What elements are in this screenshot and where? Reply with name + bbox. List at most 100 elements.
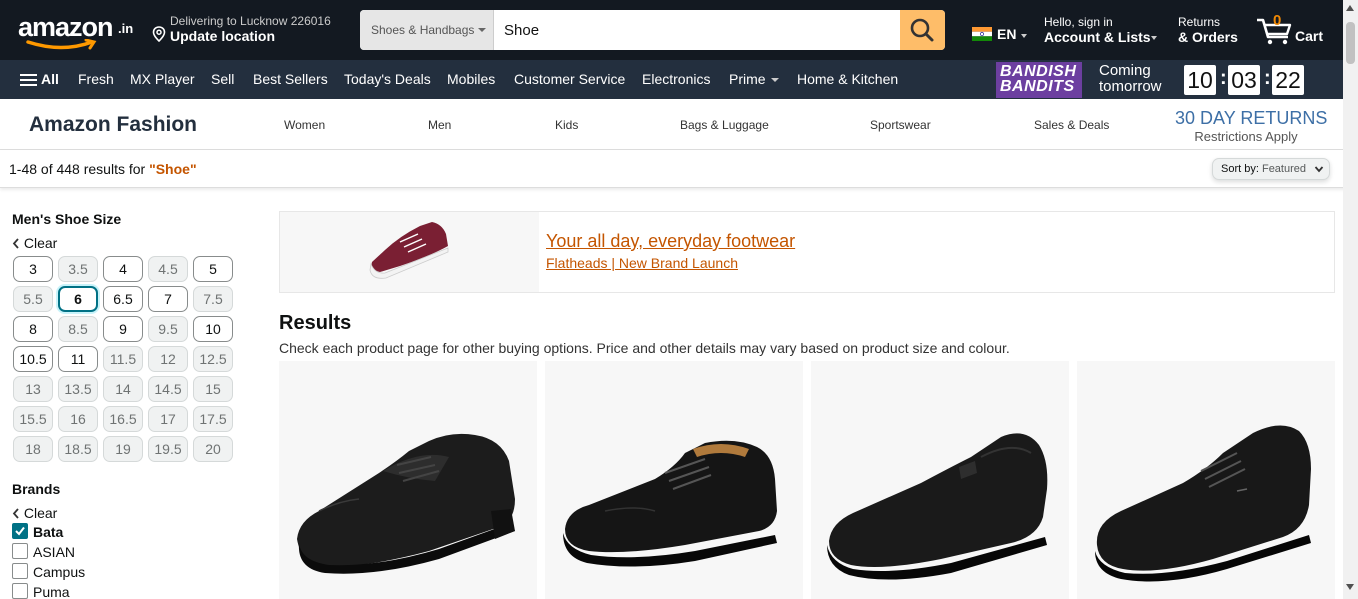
banner-headline-link[interactable]: Your all day, everyday footwear: [546, 231, 795, 252]
size-option-16-5[interactable]: 16.5: [103, 406, 143, 432]
size-option-7-5[interactable]: 7.5: [193, 286, 233, 312]
caret-down-icon: [770, 78, 779, 83]
size-option-20[interactable]: 20: [193, 436, 233, 462]
nav-home-kitchen[interactable]: Home & Kitchen: [797, 71, 898, 87]
account-lists-text: Account & Lists: [1044, 29, 1151, 45]
promo-logo: BANDISH BANDITS: [996, 62, 1082, 98]
size-option-19[interactable]: 19: [103, 436, 143, 462]
checkbox[interactable]: [12, 523, 28, 539]
nav-sell[interactable]: Sell: [211, 71, 234, 87]
size-clear-label: Clear: [23, 235, 58, 251]
size-option-10-5[interactable]: 10.5: [13, 346, 53, 372]
brands-clear-link[interactable]: Clear: [12, 505, 57, 521]
timer-minutes: 03: [1228, 65, 1260, 95]
size-option-19-5[interactable]: 19.5: [148, 436, 188, 462]
size-option-9-5[interactable]: 9.5: [148, 316, 188, 342]
size-option-15[interactable]: 15: [193, 376, 233, 402]
size-option-3[interactable]: 3: [13, 256, 53, 282]
fashion-cat-men[interactable]: Men: [428, 118, 451, 132]
sort-value: Featured: [1261, 163, 1306, 175]
sneaker-image: [369, 222, 449, 279]
fashion-cat-sportswear[interactable]: Sportswear: [870, 118, 931, 132]
nav-mx-player[interactable]: MX Player: [130, 71, 195, 87]
promo-banner[interactable]: BANDISH BANDITS Coming tomorrow 10 : 03 …: [996, 62, 1358, 98]
checkbox[interactable]: [12, 563, 28, 579]
size-option-3-5[interactable]: 3.5: [58, 256, 98, 282]
size-option-13-5[interactable]: 13.5: [58, 376, 98, 402]
nav-electronics[interactable]: Electronics: [642, 71, 710, 87]
promo-text: Coming tomorrow: [1099, 63, 1162, 95]
size-option-8[interactable]: 8: [13, 316, 53, 342]
nav-customer-service[interactable]: Customer Service: [514, 71, 625, 87]
fashion-cat-kids[interactable]: Kids: [555, 118, 578, 132]
nav-best-sellers[interactable]: Best Sellers: [253, 71, 328, 87]
brand-label: ASIAN: [33, 544, 76, 560]
checkbox[interactable]: [12, 583, 28, 599]
sort-label: Sort by:: [1221, 163, 1259, 175]
search-input[interactable]: [494, 10, 900, 50]
scroll-down-icon[interactable]: [1346, 584, 1354, 590]
nav-todays-deals[interactable]: Today's Deals: [344, 71, 431, 87]
banner-subline-link[interactable]: Flatheads | New Brand Launch: [546, 255, 738, 271]
scroll-up-icon[interactable]: [1346, 5, 1354, 11]
size-option-12-5[interactable]: 12.5: [193, 346, 233, 372]
amazon-fashion-title[interactable]: Amazon Fashion: [29, 113, 197, 137]
size-option-18-5[interactable]: 18.5: [58, 436, 98, 462]
size-option-17[interactable]: 17: [148, 406, 188, 432]
promo-line2: tomorrow: [1099, 78, 1162, 95]
size-option-9[interactable]: 9: [103, 316, 143, 342]
size-option-4-5[interactable]: 4.5: [148, 256, 188, 282]
search-category-dropdown[interactable]: Shoes & Handbags: [360, 10, 494, 50]
all-menu-button[interactable]: All: [20, 71, 59, 87]
size-option-5[interactable]: 5: [193, 256, 233, 282]
size-option-14[interactable]: 14: [103, 376, 143, 402]
results-heading: Results: [279, 312, 352, 334]
india-flag-icon: [972, 27, 992, 41]
size-clear-link[interactable]: Clear: [12, 235, 57, 251]
size-option-13[interactable]: 13: [13, 376, 53, 402]
size-option-17-5[interactable]: 17.5: [193, 406, 233, 432]
size-option-8-5[interactable]: 8.5: [58, 316, 98, 342]
fashion-cat-sales-deals[interactable]: Sales & Deals: [1034, 118, 1109, 132]
size-option-18[interactable]: 18: [13, 436, 53, 462]
product-image-oxford-shoe: [563, 440, 777, 567]
size-option-12[interactable]: 12: [148, 346, 188, 372]
size-option-6[interactable]: 6: [58, 286, 98, 312]
sponsored-banner[interactable]: Your all day, everyday footwear Flathead…: [279, 211, 1335, 293]
timer-seconds: 22: [1272, 65, 1304, 95]
prime-label: Prime: [729, 71, 766, 87]
scrollbar-thumb[interactable]: [1346, 22, 1355, 64]
page-scrollbar[interactable]: [1343, 0, 1358, 599]
fashion-cat-women[interactable]: Women: [284, 118, 325, 132]
results-info-bar: 1-48 of 448 results for "Shoe" Sort by: …: [0, 150, 1358, 188]
size-option-11-5[interactable]: 11.5: [103, 346, 143, 372]
size-option-4[interactable]: 4: [103, 256, 143, 282]
banner-shoe-image[interactable]: [280, 212, 539, 292]
nav-mobiles[interactable]: Mobiles: [447, 71, 495, 87]
size-option-11[interactable]: 11: [58, 346, 98, 372]
product-card[interactable]: [811, 361, 1069, 599]
nav-prime[interactable]: Prime: [729, 71, 779, 87]
returns-promo[interactable]: 30 DAY RETURNS Restrictions Apply: [1175, 108, 1327, 144]
product-card[interactable]: [1077, 361, 1335, 599]
size-option-14-5[interactable]: 14.5: [148, 376, 188, 402]
fashion-cat-bags-luggage[interactable]: Bags & Luggage: [680, 118, 769, 132]
amazon-logo[interactable]: amazon .in: [18, 12, 136, 52]
product-card[interactable]: [279, 361, 537, 599]
returns-orders-link[interactable]: Returns & Orders: [1178, 15, 1238, 45]
size-option-6-5[interactable]: 6.5: [103, 286, 143, 312]
promo-brand-line1: BANDISH: [1000, 63, 1077, 80]
size-option-7[interactable]: 7: [148, 286, 188, 312]
nav-fresh[interactable]: Fresh: [78, 71, 114, 87]
search-button[interactable]: [900, 10, 945, 50]
sort-dropdown[interactable]: Sort by: Featured: [1212, 158, 1330, 180]
size-option-5-5[interactable]: 5.5: [13, 286, 53, 312]
size-option-15-5[interactable]: 15.5: [13, 406, 53, 432]
checkbox[interactable]: [12, 543, 28, 559]
product-card[interactable]: [545, 361, 803, 599]
size-option-16[interactable]: 16: [58, 406, 98, 432]
size-option-10[interactable]: 10: [193, 316, 233, 342]
cart-button[interactable]: 0 Cart: [1255, 12, 1335, 48]
account-menu[interactable]: Hello, sign in Account & Lists: [1044, 15, 1157, 45]
cart-count: 0: [1273, 12, 1282, 29]
